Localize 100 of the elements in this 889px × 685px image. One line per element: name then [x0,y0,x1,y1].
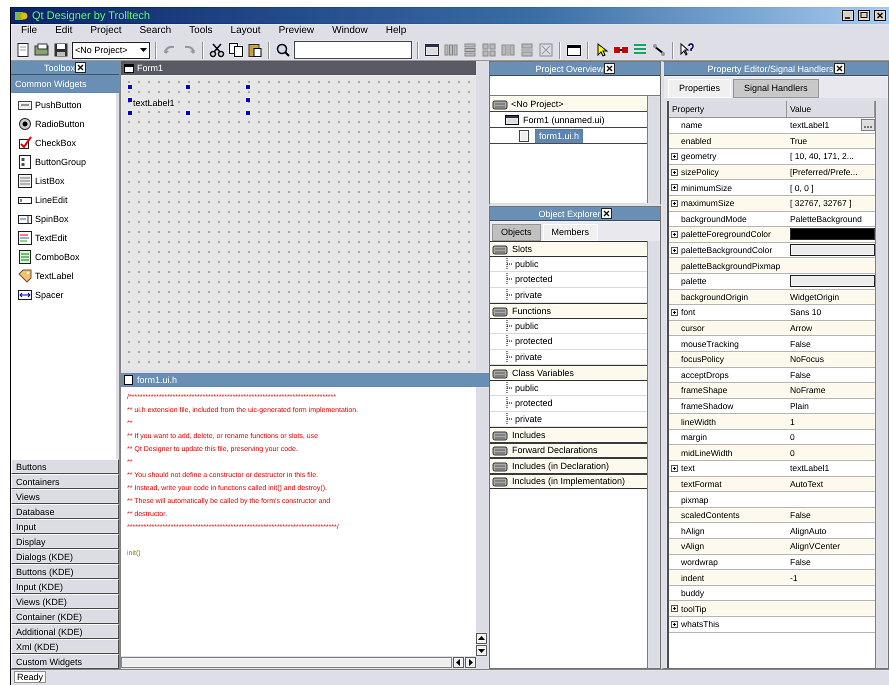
toolbox-item[interactable]: Spacer [35,290,64,300]
property-value[interactable]: WidgetOrigin [790,292,840,302]
search-icon[interactable] [275,42,291,58]
property-value[interactable]: PaletteBackground [790,214,862,224]
close-icon[interactable] [600,208,612,219]
member-item[interactable]: private [515,414,542,424]
property-value[interactable]: Plain [790,400,809,411]
toolbox-page-tab[interactable]: Custom Widgets [11,654,119,669]
close-icon[interactable] [604,63,615,74]
rows-layout-icon[interactable] [462,42,478,58]
vertical-scrollbar[interactable] [647,241,660,668]
close-icon[interactable] [874,10,886,21]
toolbox-page-tab[interactable]: Container (KDE) [11,609,119,624]
menu-item[interactable]: Edit [53,25,74,36]
expand-icon[interactable] [671,184,678,192]
property-value[interactable]: 1 [790,416,795,427]
menu-item[interactable]: Layout [228,25,263,36]
selection-handle[interactable] [186,111,190,115]
project-tree-item[interactable]: Form1 (unnamed.ui) [523,114,605,124]
scroll-right-icon[interactable] [465,657,476,668]
member-item[interactable]: protected [515,398,553,408]
member-item[interactable]: public [515,382,539,393]
toolbox-item[interactable]: ComboBox [35,252,80,262]
property-value[interactable]: 0 [790,432,795,442]
property-value[interactable]: Sans 10 [790,307,822,318]
property-value[interactable]: NoFrame [790,385,826,396]
selection-handle[interactable] [186,85,190,89]
expand-icon[interactable] [671,246,678,254]
project-combo[interactable]: <No Project> [72,42,150,58]
copy-icon[interactable] [228,42,244,58]
expand-icon[interactable] [671,605,678,612]
menu-item[interactable]: Preview [276,25,316,36]
expand-icon[interactable] [671,152,678,160]
member-group[interactable]: Slots [512,244,532,254]
toolbox-page-tab[interactable]: Views (KDE) [11,594,119,609]
menu-item[interactable]: Project [88,25,124,36]
property-value[interactable]: False [790,370,811,380]
member-item[interactable]: protected [515,336,553,346]
toolbox-page-tab[interactable]: Database [11,504,119,519]
property-value[interactable]: AlignVCenter [790,541,840,552]
selection-handle[interactable] [246,85,250,89]
toolbox-page-tab[interactable]: Input [11,519,119,534]
form-icon[interactable] [424,42,440,58]
project-tree-item[interactable]: form1.ui.h [535,128,584,142]
split-vertical-icon[interactable] [519,42,535,58]
tab[interactable]: Members [542,224,598,241]
toolbox-page-tab[interactable]: Buttons [11,459,119,474]
property-value[interactable]: -1 [790,572,798,583]
toolbox-page-tab[interactable]: Additional (KDE) [11,624,119,639]
toolbox-page-tab[interactable]: Dialogs (KDE) [11,549,119,564]
property-value[interactable]: textLabel1 [790,120,830,130]
toolbox-item[interactable]: ButtonGroup [35,157,86,167]
column-header[interactable]: Property [669,101,787,117]
toolbox-page-tab[interactable]: Xml (KDE) [11,639,119,654]
tab[interactable]: Signal Handlers [733,79,819,98]
property-value[interactable]: False [790,556,811,567]
member-group[interactable]: Includes [512,430,546,440]
close-icon[interactable] [834,63,845,74]
expand-icon[interactable] [671,620,678,628]
toolbox-page-tab[interactable]: Display [11,534,119,549]
property-value[interactable]: [ 0, 0 ] [790,182,814,193]
member-item[interactable]: protected [515,274,553,284]
vertical-scrollbar[interactable] [647,96,660,203]
selection-handle[interactable] [128,85,132,89]
color-swatch[interactable] [790,244,875,256]
expand-icon[interactable] [671,464,678,472]
toolbox-page-tab[interactable]: Containers [11,474,119,489]
toolbox-item[interactable]: TextLabel [35,271,74,281]
save-icon[interactable] [53,42,69,58]
toolbox-item[interactable]: PushButton [35,100,82,110]
member-group[interactable]: Functions [512,306,552,316]
open-icon[interactable] [34,42,50,58]
paste-icon[interactable] [247,42,263,58]
buddy-icon[interactable] [651,42,667,58]
menu-item[interactable]: Search [137,25,174,36]
property-value[interactable]: AutoText [790,478,824,489]
tab[interactable]: Properties [668,79,732,98]
whats-this-icon[interactable] [679,42,695,58]
property-value[interactable]: [ 10, 40, 171, 2... [790,151,854,162]
property-value[interactable]: True [790,136,808,146]
toolbox-page-tab[interactable]: Buttons (KDE) [11,564,119,579]
property-value[interactable]: False [790,510,811,520]
close-icon[interactable] [75,62,86,73]
color-swatch[interactable] [790,275,875,288]
window-icon[interactable] [566,42,582,58]
search-field[interactable] [294,41,412,59]
color-swatch[interactable] [790,228,875,240]
expand-icon[interactable] [671,168,678,176]
toolbox-page-tab[interactable]: Views [11,489,119,504]
new-file-icon[interactable] [15,42,31,58]
property-value[interactable]: NoFocus [790,354,824,364]
selection-handle[interactable] [128,98,132,102]
expand-icon[interactable] [671,200,678,207]
toolbox-item[interactable]: RadioButton [35,119,85,129]
property-value[interactable]: AlignAuto [790,526,826,536]
member-item[interactable]: private [515,290,542,300]
filter-field[interactable] [490,76,660,96]
split-horizontal-icon[interactable] [500,42,516,58]
scissors-icon[interactable] [209,42,225,58]
property-value[interactable]: 0 [790,448,795,458]
